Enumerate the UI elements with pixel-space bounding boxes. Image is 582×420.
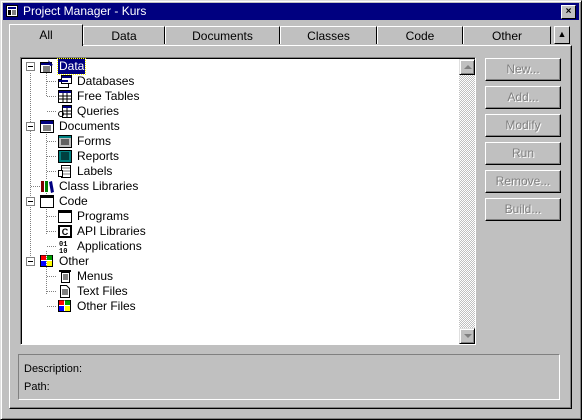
tree-item-api-libraries-label: API Libraries [77,224,146,238]
project-tree[interactable]: Data Databases Free Tables Queries Docum… [20,57,476,345]
api-library-icon: C [58,225,72,238]
svg-text:10: 10 [59,248,67,253]
tab-other[interactable]: Other [463,26,551,44]
tab-code-label: Code [405,29,435,43]
tree-item-reports-label: Reports [77,149,120,163]
new-button[interactable]: New... [485,58,561,81]
description-label: Description: [24,363,83,375]
tab-other-label: Other [491,29,522,43]
tree-item-programs-label: Programs [77,209,130,223]
tree-item-free-tables-label: Free Tables [77,89,140,103]
tree-item-databases-label: Databases [77,74,135,88]
tree-item-code-label: Code [59,194,88,208]
project-manager-icon[interactable] [6,5,18,17]
tab-documents-label: Documents [192,29,253,43]
project-manager-window: Project Manager - Kurs × All Data Docume… [0,0,582,420]
tree-item-data-label: Data [56,58,87,75]
arrow-up-icon [464,65,472,69]
code-icon [40,195,54,208]
tree-item-labels-label: Labels [77,164,113,178]
close-icon: × [565,6,572,17]
tab-all[interactable]: All [9,24,83,46]
remove-button[interactable]: Remove... [485,170,561,193]
table-icon [58,90,72,103]
run-button[interactable]: Run [485,142,561,165]
labels-icon [58,165,71,178]
tree-item-text-files-label: Text Files [77,284,128,298]
tree-item-queries-label: Queries [77,104,120,118]
scroll-down-button[interactable] [459,328,475,344]
tab-scroll-button[interactable]: ▲ [554,26,570,44]
modify-button[interactable]: Modify [485,114,561,137]
menu-icon [59,270,71,283]
collapse-other-toggle[interactable] [26,257,35,266]
tab-code[interactable]: Code [377,26,463,44]
text-file-icon [60,285,70,298]
tree-item-documents-label: Documents [59,119,120,133]
tab-all-label: All [39,28,53,42]
window-title: Project Manager - Kurs [23,4,147,18]
arrow-up-icon: ▲ [557,29,567,39]
collapse-data-toggle[interactable] [26,62,35,71]
tree-item-menus-label: Menus [77,269,114,283]
program-icon [58,210,72,223]
tab-data[interactable]: Data [83,26,165,44]
tree-vertical-scrollbar[interactable] [459,59,475,344]
tree-item-class-libraries-label: Class Libraries [59,179,139,193]
tab-documents[interactable]: Documents [165,26,280,44]
arrow-down-icon [464,334,472,338]
tree-item-other-files-label: Other Files [77,299,136,313]
scroll-up-button[interactable] [459,59,475,75]
other-files-icon [58,300,71,312]
tree-item-forms-label: Forms [77,134,111,148]
class-library-icon [41,181,54,193]
documents-icon [40,120,54,133]
path-label: Path: [24,381,50,393]
collapse-documents-toggle[interactable] [26,122,35,131]
application-icon: 0110 [59,241,67,253]
tab-classes-label: Classes [307,29,350,43]
collapse-code-toggle[interactable] [26,197,35,206]
info-panel: Description: Path: [18,354,560,400]
title-bar[interactable]: Project Manager - Kurs × [3,3,579,20]
tree-item-other-label: Other [59,254,90,268]
svg-text:C: C [62,227,69,237]
tree-item-applications-label: Applications [77,239,142,253]
report-icon [58,150,72,163]
add-button[interactable]: Add... [485,86,561,109]
tab-classes[interactable]: Classes [280,26,377,44]
tab-data-label: Data [111,29,137,43]
query-icon [58,105,72,118]
form-icon [58,135,72,148]
other-icon [40,255,53,267]
tab-strip: All Data Documents Classes Code Other ▲ [9,24,574,46]
databases-icon [58,75,72,88]
data-icon [40,60,53,73]
close-button[interactable]: × [561,5,576,19]
build-button[interactable]: Build... [485,198,561,221]
